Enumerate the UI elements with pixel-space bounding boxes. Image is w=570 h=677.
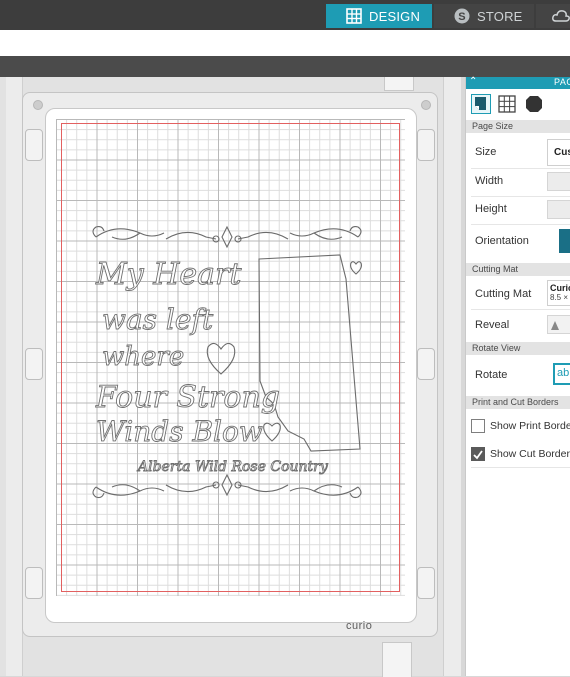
divider	[471, 196, 570, 197]
divider	[471, 168, 570, 169]
design-line-1: My Heart	[95, 257, 242, 292]
cutting-mat-icon[interactable]	[524, 94, 544, 114]
panel-title: PAG	[554, 77, 570, 87]
workspace-right-edge	[443, 77, 461, 676]
toolbar	[0, 30, 570, 56]
workspace-left-edge	[6, 77, 23, 676]
design-artwork[interactable]: My Heart was left where Four Strong Wind…	[56, 119, 405, 596]
mat-clamp-tab	[25, 129, 43, 161]
mat-clamp-tab	[25, 567, 43, 599]
design-grid-icon	[346, 8, 362, 24]
ruler-bar	[0, 56, 570, 77]
width-label: Width	[475, 175, 504, 187]
show-print-border-checkbox[interactable]	[471, 419, 485, 433]
mat-screw	[421, 100, 431, 110]
show-cut-border-label: Show Cut Border	[490, 448, 570, 460]
section-page-size: Page Size	[466, 120, 570, 133]
show-print-border-label: Show Print Border	[490, 420, 570, 432]
panel-header: ⌃ PAG	[466, 76, 570, 89]
height-label: Height	[475, 203, 507, 215]
divider	[471, 467, 570, 468]
scroll-cap-bottom	[382, 642, 412, 677]
design-line-3: where	[102, 342, 184, 372]
size-dropdown[interactable]: Cus	[547, 139, 570, 166]
design-line-2: was left	[102, 303, 214, 336]
width-input[interactable]	[547, 172, 570, 191]
orientation-toggle[interactable]	[559, 229, 570, 253]
grid-icon[interactable]	[497, 94, 517, 114]
mat-clamp-tab	[417, 129, 435, 161]
divider	[471, 224, 570, 225]
cutting-mat-label: Cutting Mat	[475, 288, 532, 300]
chevron-up-icon[interactable]: ⌃	[469, 76, 477, 87]
top-tab-bar: DESIGN S STORE	[0, 0, 570, 30]
show-cut-border-checkbox[interactable]	[471, 447, 485, 461]
section-print-cut-borders: Print and Cut Borders	[466, 396, 570, 409]
cutting-mat-value: Curio	[550, 283, 570, 293]
orientation-label: Orientation	[475, 235, 529, 247]
cloud-icon	[552, 10, 570, 22]
page-setup-icon[interactable]	[471, 94, 491, 114]
section-cutting-mat: Cutting Mat	[466, 263, 570, 276]
mat-screw	[33, 100, 43, 110]
scroll-cap-top	[384, 77, 414, 91]
design-subtitle: Alberta Wild Rose Country	[136, 459, 329, 475]
design-line-5: Winds Blow	[96, 415, 263, 448]
reveal-slider[interactable]	[547, 315, 570, 334]
tab-design-label: DESIGN	[369, 8, 421, 24]
checkmark-icon	[473, 450, 483, 460]
rotate-view-button[interactable]: ab	[553, 363, 570, 385]
page-settings-panel: ⌃ PAG Page Size Size Cus Width Height Or…	[465, 76, 570, 676]
cutting-mat-dropdown[interactable]: Curio 8.5 ×	[547, 280, 570, 306]
rotate-label: Rotate	[475, 369, 508, 381]
mat-clamp-tab	[417, 567, 435, 599]
mat-clamp-tab	[417, 348, 435, 380]
divider	[471, 309, 570, 310]
design-line-4: Four Strong	[95, 380, 280, 415]
section-rotate-view: Rotate View	[466, 342, 570, 355]
tab-store-label: STORE	[477, 8, 523, 24]
slider-thumb-icon	[551, 321, 559, 330]
tab-store[interactable]: S STORE	[434, 4, 534, 28]
tab-library[interactable]	[536, 4, 570, 28]
tab-design[interactable]: DESIGN	[326, 4, 432, 28]
mat-clamp-tab	[25, 348, 43, 380]
curio-brand-label: curio	[346, 620, 373, 632]
size-label: Size	[475, 146, 497, 158]
height-input[interactable]	[547, 200, 570, 219]
reveal-label: Reveal	[475, 319, 510, 331]
svg-text:S: S	[458, 11, 466, 23]
cutting-mat-size: 8.5 ×	[550, 293, 569, 302]
store-s-icon: S	[454, 8, 470, 24]
